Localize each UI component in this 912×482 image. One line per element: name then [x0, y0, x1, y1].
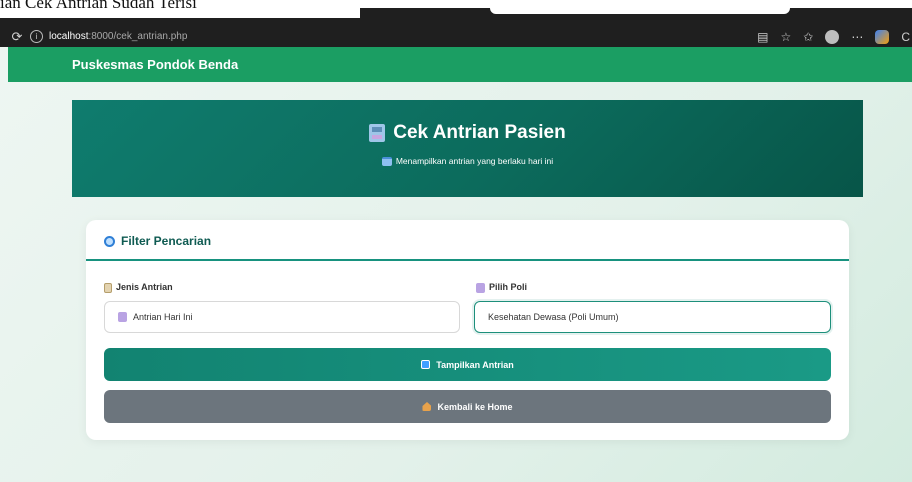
refresh-icon [421, 360, 431, 369]
browser-tabstrip [360, 8, 912, 18]
calendar-option-icon [118, 312, 127, 322]
search-icon [104, 236, 115, 248]
favorite-star-icon[interactable]: ☆ [781, 30, 792, 44]
home-icon [422, 402, 432, 411]
page-title: Cek Antrian Pasien [72, 122, 863, 144]
reader-mode-icon[interactable]: ▤ [757, 30, 768, 44]
hospital-icon [476, 282, 485, 293]
jenis-antrian-label-text: Jenis Antrian [116, 282, 173, 292]
page-title-text: Cek Antrian Pasien [393, 122, 566, 143]
copilot-label-icon: C [901, 29, 910, 44]
pilih-poli-label-text: Pilih Poli [489, 282, 528, 292]
favorites-list-icon[interactable]: ✩ [803, 30, 813, 44]
show-queue-label: Tampilkan Antrian [436, 359, 514, 370]
caption-text: ian Cek Antrian Sudah Terisi [0, 0, 360, 8]
navbar-brand[interactable]: Puskesmas Pondok Benda [72, 57, 238, 72]
copilot-icon[interactable] [875, 29, 890, 44]
page-content: Puskesmas Pondok Benda Cek Antrian Pasie… [0, 47, 912, 482]
pilih-poli-select[interactable]: Kesehatan Dewasa (Poli Umum) [474, 301, 831, 333]
page-subtitle: Menampilkan antrian yang berlaku hari in… [72, 156, 863, 167]
url-field[interactable]: i localhost:8000/cek_antrian.php [30, 26, 770, 48]
url-host: localhost [49, 31, 89, 42]
calendar-icon [381, 157, 392, 167]
profile-avatar[interactable] [825, 29, 840, 44]
browser-chrome: ⟳ i localhost:8000/cek_antrian.php ▤ ☆ ✩… [0, 8, 912, 55]
hero-banner: Cek Antrian Pasien Menampilkan antrian y… [72, 100, 863, 197]
navbar: Puskesmas Pondok Benda [8, 47, 912, 82]
back-home-label: Kembali ke Home [437, 401, 513, 412]
page-subtitle-text: Menampilkan antrian yang berlaku hari in… [395, 156, 554, 166]
filter-title: Filter Pencarian [104, 234, 211, 248]
clipboard-icon [104, 282, 112, 293]
site-info-icon[interactable]: i [30, 30, 43, 43]
filter-card-header: Filter Pencarian [86, 220, 849, 261]
reload-icon[interactable]: ⟳ [6, 29, 28, 45]
jenis-antrian-value: Antrian Hari Ini [133, 312, 193, 322]
queue-ticket-icon [369, 123, 386, 142]
pilih-poli-value: Kesehatan Dewasa (Poli Umum) [488, 312, 619, 322]
url-path: :8000/cek_antrian.php [88, 31, 188, 42]
filter-card: Filter Pencarian Jenis Antrian Pilih Pol… [86, 220, 849, 440]
pilih-poli-label: Pilih Poli [476, 282, 527, 293]
jenis-antrian-select[interactable]: Antrian Hari Ini [104, 301, 460, 333]
show-queue-button[interactable]: Tampilkan Antrian [104, 348, 831, 381]
more-menu-icon[interactable]: ⋯ [851, 30, 863, 44]
jenis-antrian-label: Jenis Antrian [104, 282, 173, 293]
back-home-button[interactable]: Kembali ke Home [104, 390, 831, 423]
filter-title-text: Filter Pencarian [121, 234, 212, 248]
